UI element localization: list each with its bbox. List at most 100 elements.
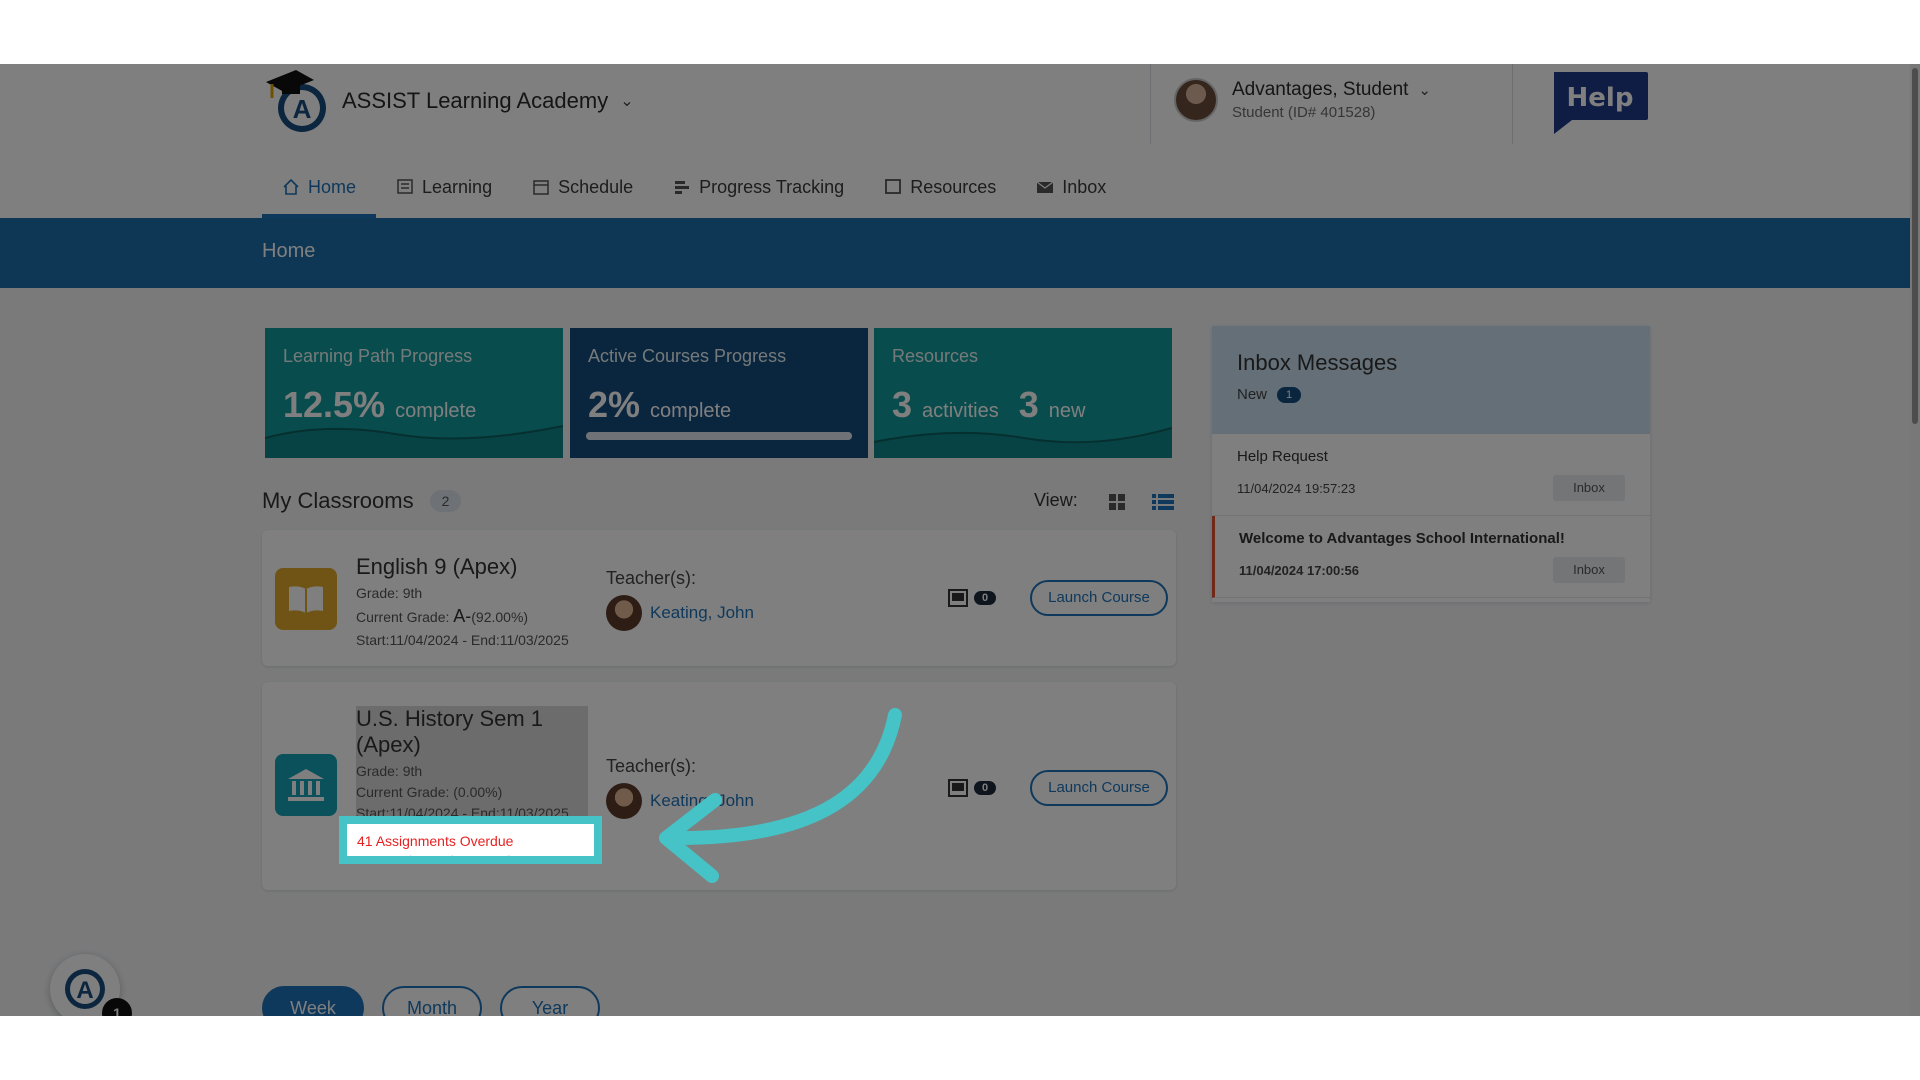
teacher-avatar xyxy=(606,783,642,819)
message-count: 0 xyxy=(974,591,997,605)
nav-label: Inbox xyxy=(1062,176,1107,197)
nav-label: Schedule xyxy=(558,176,634,197)
resources-icon xyxy=(884,178,902,196)
inbox-messages-panel: Inbox Messages New 1 Help Request 11/04/2… xyxy=(1212,326,1650,602)
overdue-assignments-highlight[interactable]: 41 Assignments Overdue 3 Upcoming Assign… xyxy=(339,816,602,864)
inbox-message-item[interactable]: Help Request 11/04/2024 19:57:23 Inbox xyxy=(1212,434,1650,516)
progress-icon xyxy=(673,178,691,196)
course-card: English 9 (Apex) Grade: 9th Current Grad… xyxy=(262,530,1176,666)
grade-percent: (92.00%) xyxy=(471,609,529,625)
help-label: Help xyxy=(1567,83,1634,113)
mail-icon xyxy=(1036,178,1054,196)
course-name[interactable]: U.S. History Sem 1 (Apex) xyxy=(356,706,588,758)
notification-badge: 1 xyxy=(102,998,132,1016)
school-name: ASSIST Learning Academy xyxy=(342,88,609,113)
open-inbox-button[interactable]: Inbox xyxy=(1553,475,1625,501)
nav-home[interactable]: Home xyxy=(262,156,377,218)
new-count-badge: 1 xyxy=(1277,386,1302,403)
nav-schedule[interactable]: Schedule xyxy=(512,156,653,218)
user-name: Advantages, Student xyxy=(1232,79,1409,100)
svg-text:A: A xyxy=(293,94,312,124)
week-button[interactable]: Week xyxy=(262,986,364,1016)
message-subject: Help Request xyxy=(1237,448,1328,465)
nav-learning[interactable]: Learning xyxy=(376,156,512,218)
home-icon xyxy=(282,178,300,196)
header-divider xyxy=(1512,64,1513,144)
page-title: Home xyxy=(262,240,316,262)
chevron-down-icon: ⌄ xyxy=(1418,82,1431,99)
inbox-title: Inbox Messages xyxy=(1237,350,1398,375)
current-grade-label: Current Grade: xyxy=(356,784,450,800)
nav-resources[interactable]: Resources xyxy=(864,156,1016,218)
academy-logo-icon: A xyxy=(65,969,105,1009)
new-label: New xyxy=(1237,386,1268,403)
launch-course-button[interactable]: Launch Course xyxy=(1030,580,1168,616)
main-nav: Home Learning Schedule Progress Tracking… xyxy=(262,156,1126,218)
nav-label: Resources xyxy=(910,176,997,197)
inbox-tray-icon xyxy=(948,779,968,797)
course-name[interactable]: English 9 (Apex) xyxy=(356,554,586,580)
course-messages[interactable]: 0 xyxy=(948,589,997,607)
nav-label: Learning xyxy=(422,176,493,197)
course-messages[interactable]: 0 xyxy=(948,779,997,797)
calendar-icon xyxy=(532,178,550,196)
course-grade-level: Grade: 9th xyxy=(356,763,423,779)
progress-bar xyxy=(586,432,852,440)
book-icon xyxy=(275,568,337,630)
user-menu[interactable]: Advantages, Student ⌄ Student (ID# 401528… xyxy=(1174,78,1431,122)
wave-decoration xyxy=(265,425,563,458)
chevron-down-icon: ⌄ xyxy=(620,93,634,110)
teacher-link[interactable]: Keating, John xyxy=(650,603,754,623)
top-bar: A ASSIST Learning Academy ⌄ Advantages, … xyxy=(0,64,1920,218)
overdue-assignments-label: 41 Assignments Overdue xyxy=(357,833,514,849)
month-button[interactable]: Month xyxy=(382,986,482,1016)
grade-percent: (0.00%) xyxy=(453,784,503,800)
current-grade-label: Current Grade: xyxy=(356,609,450,625)
inbox-tray-icon xyxy=(948,589,968,607)
learning-icon xyxy=(396,178,414,196)
app-window: A ASSIST Learning Academy ⌄ Advantages, … xyxy=(0,64,1920,1016)
section-title: My Classrooms xyxy=(262,488,414,513)
stat-label: Active Courses Progress xyxy=(588,346,787,366)
nav-label: Progress Tracking xyxy=(699,176,845,197)
avatar xyxy=(1174,78,1218,122)
active-courses-progress-card[interactable]: Active Courses Progress 2% complete xyxy=(570,328,868,458)
teacher-avatar xyxy=(606,595,642,631)
year-button[interactable]: Year xyxy=(500,986,600,1016)
list-view-icon[interactable] xyxy=(1152,492,1174,512)
view-label: View: xyxy=(1034,490,1078,510)
upcoming-assignments-label: 3 Upcoming Assignments in 7 Days xyxy=(357,853,562,864)
page-banner: Home xyxy=(0,218,1920,288)
message-subject: Welcome to Advantages School Internation… xyxy=(1239,530,1565,547)
teacher-label: Teacher(s): xyxy=(606,568,697,588)
user-id: Student (ID# 401528) xyxy=(1232,104,1376,121)
wave-decoration xyxy=(874,427,1172,458)
launch-course-button[interactable]: Launch Course xyxy=(1030,770,1168,806)
message-count: 0 xyxy=(974,781,997,795)
school-logo: A xyxy=(262,64,332,138)
course-grade-level: Grade: 9th xyxy=(356,585,423,601)
grade-letter: A- xyxy=(453,606,472,626)
school-switcher[interactable]: A ASSIST Learning Academy ⌄ xyxy=(262,64,634,138)
scrollbar-thumb[interactable] xyxy=(1912,68,1918,424)
course-dates: Start:11/04/2024 - End:11/03/2025 xyxy=(356,632,569,648)
current-grade: Current Grade: A-(92.00%) xyxy=(356,606,586,627)
nav-inbox[interactable]: Inbox xyxy=(1016,156,1126,218)
grid-view-icon[interactable] xyxy=(1106,492,1128,512)
svg-text:A: A xyxy=(76,977,93,1004)
nav-label: Home xyxy=(308,176,357,197)
stat-value: 2% xyxy=(588,384,641,425)
open-inbox-button[interactable]: Inbox xyxy=(1553,557,1625,583)
nav-progress-tracking[interactable]: Progress Tracking xyxy=(653,156,864,218)
pointer-arrow-icon xyxy=(659,708,902,883)
resources-card[interactable]: Resources 3 activities 3 new xyxy=(874,328,1172,458)
classroom-count-badge: 2 xyxy=(429,490,462,512)
stat-label: Learning Path Progress xyxy=(283,346,473,366)
help-button[interactable]: Help xyxy=(1550,70,1650,134)
progress-bar-fill xyxy=(586,432,852,440)
current-grade: Current Grade: (0.00%) xyxy=(356,784,588,800)
museum-icon xyxy=(275,754,337,816)
learning-path-progress-card[interactable]: Learning Path Progress 12.5% complete xyxy=(265,328,563,458)
inbox-message-item[interactable]: Welcome to Advantages School Internation… xyxy=(1212,516,1650,598)
stat-label: Resources xyxy=(892,346,979,366)
